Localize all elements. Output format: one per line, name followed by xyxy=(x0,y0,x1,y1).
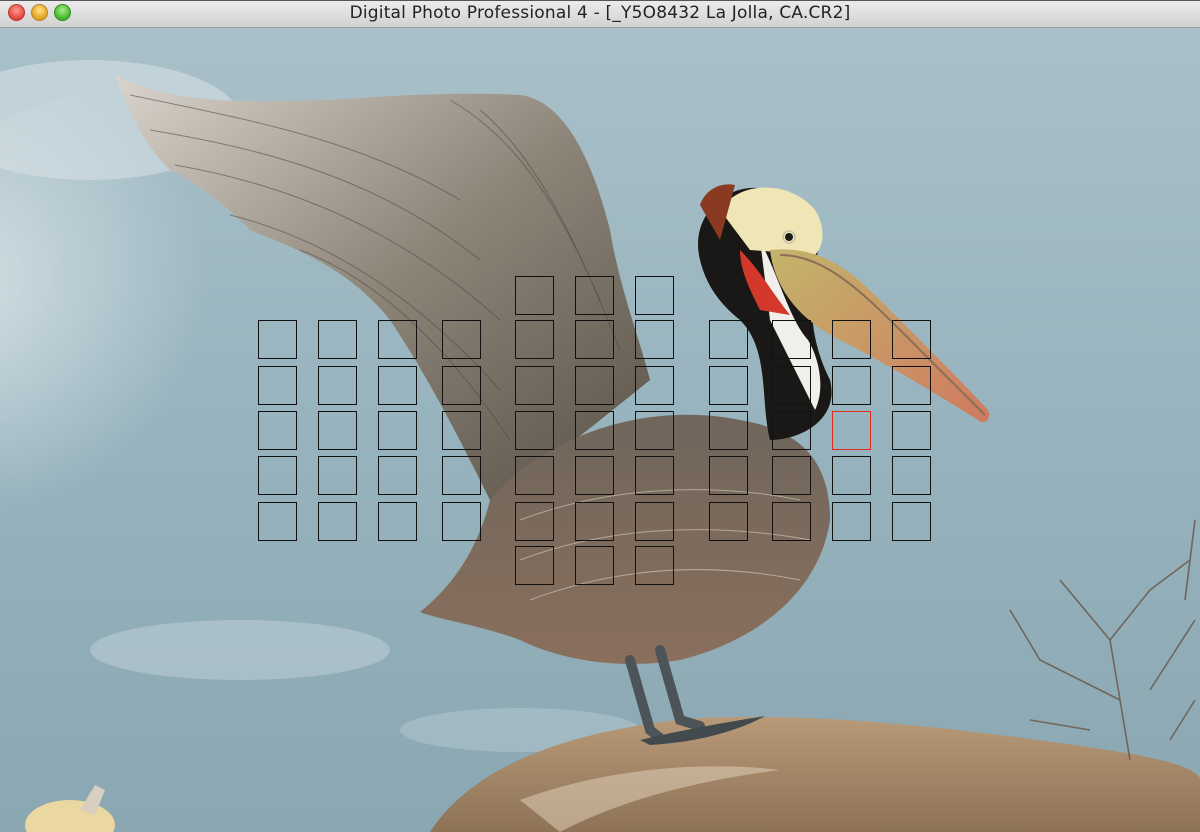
af-point-overlay xyxy=(0,0,1200,832)
af-point xyxy=(258,502,297,541)
af-point xyxy=(709,456,748,495)
af-point xyxy=(709,320,748,359)
af-point xyxy=(318,456,357,495)
af-point xyxy=(892,320,931,359)
af-point xyxy=(378,502,417,541)
af-point xyxy=(709,366,748,405)
af-point xyxy=(575,456,614,495)
af-point xyxy=(515,366,554,405)
af-point xyxy=(318,502,357,541)
af-point xyxy=(378,366,417,405)
af-point xyxy=(575,276,614,315)
af-point xyxy=(515,320,554,359)
af-point xyxy=(575,502,614,541)
af-point xyxy=(258,456,297,495)
af-point xyxy=(378,320,417,359)
af-point xyxy=(318,320,357,359)
af-point xyxy=(442,366,481,405)
af-point xyxy=(318,411,357,450)
af-point xyxy=(515,411,554,450)
af-point xyxy=(832,366,871,405)
af-point xyxy=(709,411,748,450)
af-point-selected xyxy=(832,411,871,450)
af-point xyxy=(635,502,674,541)
af-point xyxy=(515,546,554,585)
af-point xyxy=(892,366,931,405)
af-point xyxy=(515,502,554,541)
af-point xyxy=(378,456,417,495)
af-point xyxy=(575,366,614,405)
af-point xyxy=(772,456,811,495)
af-point xyxy=(442,411,481,450)
af-point xyxy=(575,411,614,450)
af-point xyxy=(442,456,481,495)
af-point xyxy=(575,546,614,585)
af-point xyxy=(892,502,931,541)
af-point xyxy=(258,366,297,405)
af-point xyxy=(772,320,811,359)
af-point xyxy=(575,320,614,359)
af-point xyxy=(258,411,297,450)
af-point xyxy=(635,411,674,450)
af-point xyxy=(892,456,931,495)
af-point xyxy=(378,411,417,450)
af-point xyxy=(832,502,871,541)
af-point xyxy=(772,502,811,541)
af-point xyxy=(832,320,871,359)
af-point xyxy=(635,276,674,315)
af-point xyxy=(442,320,481,359)
af-point xyxy=(515,276,554,315)
af-point xyxy=(442,502,481,541)
af-point xyxy=(709,502,748,541)
af-point xyxy=(832,456,871,495)
af-point xyxy=(772,366,811,405)
af-point xyxy=(635,366,674,405)
af-point xyxy=(635,546,674,585)
af-point xyxy=(515,456,554,495)
af-point xyxy=(772,411,811,450)
af-point xyxy=(892,411,931,450)
af-point xyxy=(258,320,297,359)
af-point xyxy=(635,320,674,359)
af-point xyxy=(318,366,357,405)
af-point xyxy=(635,456,674,495)
